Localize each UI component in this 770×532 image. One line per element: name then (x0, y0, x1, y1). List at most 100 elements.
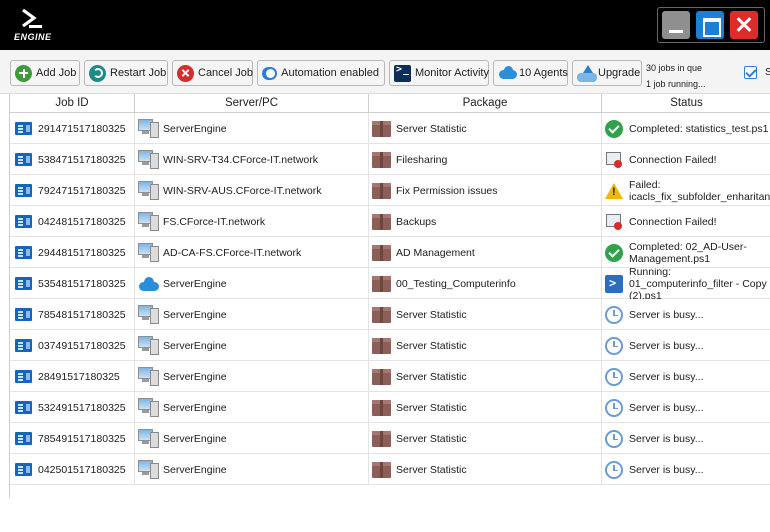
job-id-icon (15, 122, 32, 135)
cell-package: Server Statistic (369, 454, 602, 485)
maximize-button[interactable] (696, 11, 724, 39)
table-row[interactable]: 291471517180325 ServerEngine Server Statis… (10, 113, 770, 144)
table-row[interactable]: 785491517180325 ServerEngine Server Statis… (10, 423, 770, 454)
package-name: Server Statistic (396, 432, 467, 445)
cancel-job-button[interactable]: Cancel Job (172, 60, 253, 86)
cell-server: ServerEngine (135, 392, 369, 423)
running-count: 1 job running... (646, 79, 706, 89)
table-row[interactable]: 037491517180325 ServerEngine Server Statis… (10, 330, 770, 361)
cell-status: Failed: icacls_fix_subfolder_enharitance (602, 175, 770, 206)
cell-job-id: 532491517180325 (10, 392, 135, 423)
server-pc-icon (138, 150, 159, 169)
package-box-icon (372, 213, 391, 230)
package-name: Filesharing (396, 153, 448, 166)
cloud-icon (498, 65, 517, 82)
add-icon (15, 64, 32, 82)
cell-server: WIN-SRV-T34.CForce-IT.network (135, 144, 369, 175)
restart-job-button[interactable]: Restart Job (84, 60, 168, 86)
status-text: Server is busy... (629, 463, 704, 476)
column-header-status[interactable]: Status (602, 94, 770, 113)
cell-package: AD Management (369, 237, 602, 268)
table-row[interactable]: 532491517180325 ServerEngine Server Statis… (10, 392, 770, 423)
server-pc-icon (138, 336, 159, 355)
restart-icon (89, 64, 106, 82)
cell-package: Filesharing (369, 144, 602, 175)
package-box-icon (372, 430, 391, 447)
job-id-text: 535481517180325 (38, 277, 126, 290)
package-box-icon (372, 399, 391, 416)
cell-status: Completed: 02_AD-User-Management.ps1 (602, 237, 770, 268)
job-id-icon (15, 184, 32, 197)
automation-toggle[interactable]: Automation enabled (257, 60, 385, 86)
status-text: Server is busy... (629, 432, 704, 445)
upgrade-button[interactable]: Upgrade (572, 60, 642, 86)
cancel-icon (177, 64, 194, 82)
table-row[interactable]: 28491517180325 ServerEngine Server Statist… (10, 361, 770, 392)
status-text: Connection Failed! (629, 153, 717, 166)
cell-package: Server Statistic (369, 113, 602, 144)
job-id-text: 792471517180325 (38, 184, 126, 197)
connection-failed-icon (605, 151, 623, 169)
package-box-icon (372, 182, 391, 199)
table-row[interactable]: 042501517180325 ServerEngine Server Statis… (10, 454, 770, 485)
agents-button[interactable]: 10 Agents (493, 60, 568, 86)
job-id-text: 785491517180325 (38, 432, 126, 445)
package-box-icon (372, 306, 391, 323)
table-row[interactable]: 785481517180325 ServerEngine Server Statis… (10, 299, 770, 330)
add-job-button[interactable]: Add Job (10, 60, 80, 86)
powershell-prompt-icon (22, 8, 42, 28)
package-box-icon (372, 120, 391, 137)
server-pc-icon (138, 243, 159, 262)
cell-job-id: 294481517180325 (10, 237, 135, 268)
job-id-text: 28491517180325 (38, 370, 120, 383)
package-name: Server Statistic (396, 339, 467, 352)
clock-icon (605, 305, 623, 324)
cell-job-id: 785481517180325 (10, 299, 135, 330)
cell-status: Server is busy... (602, 330, 770, 361)
upgrade-icon (577, 64, 597, 82)
package-box-icon (372, 151, 391, 168)
cell-status: Completed: statistics_test.ps1 (602, 113, 770, 144)
close-button[interactable] (730, 11, 758, 39)
window-controls (657, 7, 765, 43)
job-id-icon (15, 432, 32, 445)
server-pc-icon (138, 460, 159, 479)
toolbar-checkbox[interactable] (744, 66, 757, 79)
column-header-package[interactable]: Package (369, 94, 602, 113)
job-id-text: 042481517180325 (38, 215, 126, 228)
table-row[interactable]: 538471517180325 WIN-SRV-T34.CForce-IT.net… (10, 144, 770, 175)
cell-job-id: 042481517180325 (10, 206, 135, 237)
cell-job-id: 535481517180325 (10, 268, 135, 299)
column-header-server[interactable]: Server/PC (135, 94, 369, 113)
table-row[interactable]: 042481517180325 FS.CForce-IT.network Backu… (10, 206, 770, 237)
package-box-icon (372, 368, 391, 385)
package-name: Server Statistic (396, 122, 467, 135)
table-row[interactable]: 294481517180325 AD-CA-FS.CForce-IT.networ… (10, 237, 770, 268)
cell-package: Backups (369, 206, 602, 237)
cell-package: Server Statistic (369, 392, 602, 423)
job-id-text: 532491517180325 (38, 401, 126, 414)
status-text: Completed: 02_AD-User-Management.ps1 (629, 240, 747, 265)
table-row[interactable]: 535481517180325 ServerEngine 00_Testing_Co… (10, 268, 770, 299)
cell-job-id: 291471517180325 (10, 113, 135, 144)
table-row[interactable]: 792471517180325 WIN-SRV-AUS.CForce-IT.net… (10, 175, 770, 206)
job-id-icon (15, 308, 32, 321)
server-name: FS.CForce-IT.network (163, 215, 266, 228)
monitor-activity-button[interactable]: Monitor Activity (389, 60, 489, 86)
cell-job-id: 28491517180325 (10, 361, 135, 392)
job-id-text: 291471517180325 (38, 122, 126, 135)
column-header-job-id[interactable]: Job ID (10, 94, 135, 113)
clock-icon (605, 367, 623, 386)
warning-icon (605, 182, 623, 199)
job-id-icon (15, 401, 32, 414)
server-name: ServerEngine (163, 401, 227, 414)
minimize-button[interactable] (662, 11, 690, 39)
status-text: Failed: icacls_fix_subfolder_enharitance (629, 178, 770, 203)
server-pc-icon (138, 429, 159, 448)
cell-status: Server is busy... (602, 423, 770, 454)
server-name: AD-CA-FS.CForce-IT.network (163, 246, 302, 259)
server-name: ServerEngine (163, 370, 227, 383)
cell-package: Server Statistic (369, 299, 602, 330)
connection-failed-icon (605, 213, 623, 231)
package-name: AD Management (396, 246, 475, 259)
